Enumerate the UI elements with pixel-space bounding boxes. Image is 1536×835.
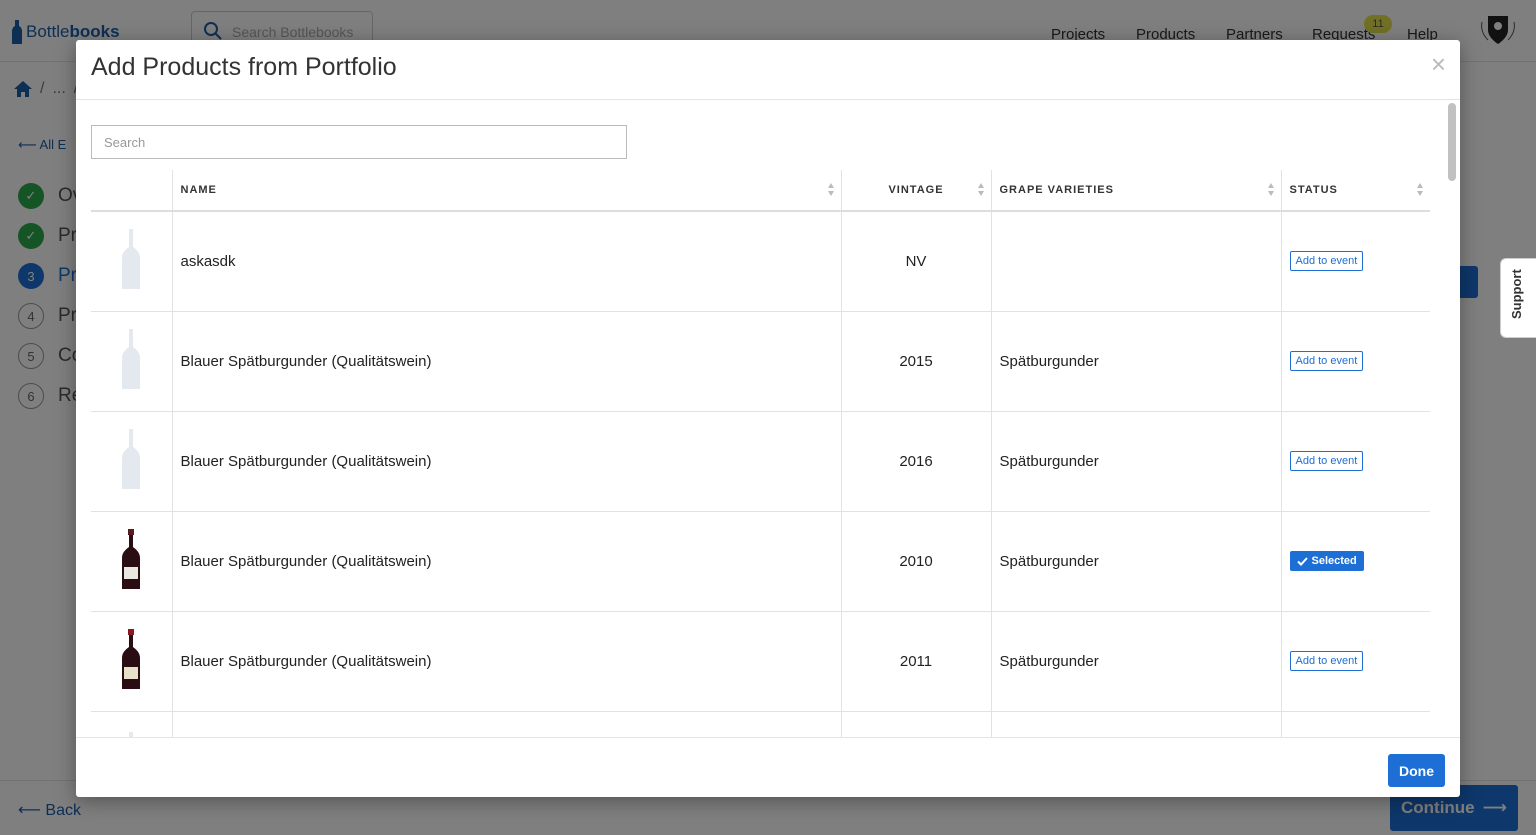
product-vintage: 2011 — [840, 611, 991, 712]
product-vintage — [840, 711, 991, 737]
product-search-input[interactable] — [91, 125, 627, 159]
close-icon[interactable]: × — [1431, 51, 1446, 77]
add-to-event-button[interactable]: Add to event — [1289, 451, 1364, 471]
product-image — [91, 711, 172, 737]
product-status: Add to event — [1280, 411, 1430, 512]
product-grape: Spätburgunder — [990, 511, 1281, 612]
sort-icon[interactable] — [1417, 183, 1424, 197]
product-vintage: NV — [840, 211, 991, 312]
sort-icon[interactable] — [977, 183, 985, 197]
product-name: Blauer Spätburgunder (Qualitätswein) — [171, 511, 841, 612]
support-tab[interactable]: Support — [1500, 258, 1536, 338]
table-row: Blauer Spätburgunder (Qualitätswein) 201… — [91, 411, 1430, 512]
product-grape: Spätburgunder — [990, 411, 1281, 512]
product-status: Add to event — [1280, 311, 1430, 412]
wine-bottle-icon — [122, 329, 141, 389]
table-row: askasdk NV Add to event — [91, 211, 1430, 312]
product-image — [91, 211, 172, 312]
add-to-event-button[interactable]: Add to event — [1289, 251, 1364, 272]
product-status: Selected — [1280, 511, 1430, 612]
sort-icon[interactable] — [827, 183, 835, 197]
product-name: askasdk — [171, 211, 841, 312]
product-status: Add to event — [1280, 211, 1430, 312]
column-image — [91, 170, 172, 212]
product-image — [91, 511, 172, 612]
support-label: Support — [1509, 269, 1524, 319]
table-row: Blauer Spätburgunder (Qualitätswein) 201… — [91, 611, 1430, 712]
table-row: Blauer Spätburgunder (Qualitätswein) 201… — [91, 511, 1430, 612]
wine-bottle-icon — [122, 529, 141, 589]
add-products-modal: Add Products from Portfolio × NAME VINTA… — [76, 40, 1460, 797]
modal-scrollbar[interactable] — [1447, 101, 1457, 737]
product-grape: Spätburgunder — [990, 311, 1281, 412]
column-status[interactable]: STATUS — [1280, 170, 1430, 212]
products-table: NAME VINTAGE GRAPE VARIETIES STATUS aska… — [91, 170, 1430, 737]
product-image — [91, 311, 172, 412]
done-button[interactable]: Done — [1388, 754, 1445, 787]
sort-icon[interactable] — [1267, 183, 1275, 197]
table-row: Blauer Spätburgunder (Qualitätswein) 201… — [91, 311, 1430, 412]
table-header-row: NAME VINTAGE GRAPE VARIETIES STATUS — [91, 170, 1430, 212]
product-grape: Spätburgunder — [990, 611, 1281, 712]
product-name — [171, 711, 841, 737]
product-image — [91, 411, 172, 512]
selected-label: Selected — [1311, 555, 1357, 567]
product-vintage: 2016 — [840, 411, 991, 512]
product-status: Add to event — [1280, 611, 1430, 712]
check-icon — [1296, 556, 1308, 566]
product-grape — [990, 211, 1281, 312]
table-row — [91, 711, 1430, 737]
selected-button[interactable]: Selected — [1289, 551, 1364, 571]
product-name: Blauer Spätburgunder (Qualitätswein) — [171, 311, 841, 412]
add-to-event-button[interactable]: Add to event — [1289, 651, 1364, 671]
wine-bottle-icon — [122, 229, 141, 290]
modal-body: NAME VINTAGE GRAPE VARIETIES STATUS aska… — [76, 101, 1460, 737]
product-image — [91, 611, 172, 712]
wine-bottle-icon — [122, 629, 141, 689]
column-grape-varieties[interactable]: GRAPE VARIETIES — [990, 170, 1281, 212]
wine-bottle-icon — [122, 429, 141, 489]
product-vintage: 2015 — [840, 311, 991, 412]
modal-footer: Done — [76, 737, 1460, 797]
add-to-event-button[interactable]: Add to event — [1289, 351, 1364, 371]
column-vintage[interactable]: VINTAGE — [840, 170, 991, 212]
column-name[interactable]: NAME — [171, 170, 841, 212]
product-name: Blauer Spätburgunder (Qualitätswein) — [171, 411, 841, 512]
product-grape — [990, 711, 1281, 737]
modal-header: Add Products from Portfolio × — [76, 40, 1460, 100]
scrollbar-thumb[interactable] — [1448, 103, 1456, 181]
product-vintage: 2010 — [840, 511, 991, 612]
modal-title: Add Products from Portfolio — [91, 53, 397, 81]
product-status — [1280, 711, 1430, 737]
product-name: Blauer Spätburgunder (Qualitätswein) — [171, 611, 841, 712]
